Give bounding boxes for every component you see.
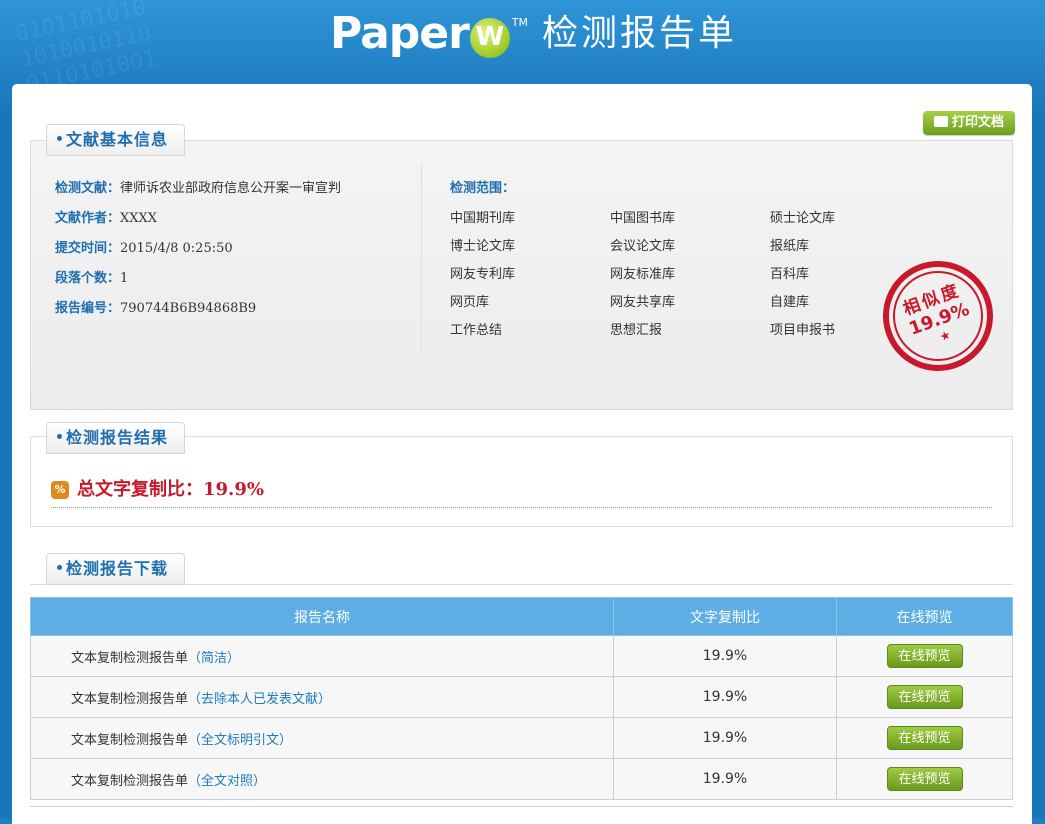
bullet-icon bbox=[57, 434, 62, 439]
section-title: 检测报告结果 bbox=[66, 428, 169, 447]
report-variant: （简洁） bbox=[188, 650, 241, 666]
preview-cell: 在线预览 bbox=[836, 635, 1013, 677]
page-title: 检测报告单 bbox=[542, 13, 738, 54]
info-value: XXXX bbox=[120, 211, 158, 226]
table-row: 文本复制检测报告单（去除本人已发表文献） 19.9% 在线预览 bbox=[30, 676, 1013, 718]
main-panel: 打印文档 检测文献：律师诉农业部政府信息公开案一审宣判 文献作者：XXXX 提交… bbox=[12, 84, 1032, 824]
info-value: 1 bbox=[120, 271, 129, 286]
column-header-ratio: 文字复制比 bbox=[613, 597, 837, 636]
info-value: 律师诉农业部政府信息公开案一审宣判 bbox=[120, 181, 342, 196]
info-label: 检测文献： bbox=[55, 181, 121, 196]
total-ratio: % 总文字复制比：19.9% bbox=[51, 477, 992, 508]
scope-item: 网友标准库 bbox=[610, 267, 676, 282]
scope-label: 检测范围： bbox=[450, 181, 516, 196]
info-row-title: 检测文献：律师诉农业部政府信息公开案一审宣判 bbox=[55, 179, 415, 209]
scope-item: 报纸库 bbox=[770, 239, 810, 254]
print-button[interactable]: 打印文档 bbox=[923, 111, 1015, 135]
report-ratio: 19.9% bbox=[613, 758, 837, 800]
bullet-icon bbox=[57, 136, 62, 141]
info-label: 文献作者： bbox=[55, 211, 121, 226]
table-row: 文本复制检测报告单（简洁） 19.9% 在线预览 bbox=[30, 635, 1013, 677]
total-ratio-value: 19.9% bbox=[203, 479, 264, 500]
scope-grid: 中国期刊库 中国图书库 硕士论文库 博士论文库 会议论文库 报纸库 网友专利库 … bbox=[450, 207, 890, 347]
info-list: 检测文献：律师诉农业部政府信息公开案一审宣判 文献作者：XXXX 提交时间：20… bbox=[55, 179, 415, 329]
column-header-name: 报告名称 bbox=[30, 597, 614, 636]
scope-item: 项目申报书 bbox=[770, 323, 836, 338]
report-variant: （全文对照） bbox=[188, 773, 267, 789]
report-name-text: 文本复制检测报告单 bbox=[71, 773, 189, 789]
preview-button[interactable]: 在线预览 bbox=[886, 767, 963, 791]
scope-item: 百科库 bbox=[770, 267, 810, 282]
table-row: 文本复制检测报告单（全文标明引文） 19.9% 在线预览 bbox=[30, 717, 1013, 759]
report-name: 文本复制检测报告单（全文标明引文） bbox=[30, 717, 614, 759]
section-title: 文献基本信息 bbox=[66, 130, 169, 149]
info-row-report-id: 报告编号：790744B6B94868B9 bbox=[55, 299, 415, 329]
preview-cell: 在线预览 bbox=[836, 758, 1013, 800]
bullet-icon bbox=[57, 565, 62, 570]
info-label: 段落个数： bbox=[55, 271, 121, 286]
section-tab-result: 检测报告结果 bbox=[46, 422, 186, 454]
scope-item: 网友共享库 bbox=[610, 295, 676, 310]
info-row-time: 提交时间：2015/4/8 0:25:50 bbox=[55, 239, 415, 269]
scope-item: 会议论文库 bbox=[610, 239, 676, 254]
info-row-paragraphs: 段落个数：1 bbox=[55, 269, 415, 299]
basic-info-box: 检测文献：律师诉农业部政府信息公开案一审宣判 文献作者：XXXX 提交时间：20… bbox=[30, 140, 1013, 410]
report-name-text: 文本复制检测报告单 bbox=[71, 691, 189, 707]
scope-item: 网页库 bbox=[450, 295, 490, 310]
preview-button[interactable]: 在线预览 bbox=[886, 726, 963, 750]
report-variant: （去除本人已发表文献） bbox=[188, 691, 332, 707]
info-label: 报告编号： bbox=[55, 301, 121, 316]
preview-button[interactable]: 在线预览 bbox=[886, 685, 963, 709]
preview-cell: 在线预览 bbox=[836, 717, 1013, 759]
report-variant: （全文标明引文） bbox=[188, 732, 293, 748]
report-name: 文本复制检测报告单（全文对照） bbox=[30, 758, 614, 800]
scope-item: 网友专利库 bbox=[450, 267, 516, 282]
report-ratio: 19.9% bbox=[613, 717, 837, 759]
section-title: 检测报告下载 bbox=[66, 559, 169, 578]
header: Paper W TM 检测报告单 bbox=[0, 0, 1045, 84]
total-ratio-label: 总文字复制比： bbox=[77, 479, 203, 500]
report-ratio: 19.9% bbox=[613, 635, 837, 677]
scope-item: 中国期刊库 bbox=[450, 211, 516, 226]
bottom-divider bbox=[30, 806, 1013, 807]
scope-panel: 检测范围： 中国期刊库 中国图书库 硕士论文库 博士论文库 会议论文库 报纸库 … bbox=[450, 179, 890, 347]
logo-mark-icon: W bbox=[469, 18, 510, 58]
stamp-value: 19.9% bbox=[906, 298, 973, 340]
percent-icon: % bbox=[51, 481, 69, 499]
logo-tm: TM bbox=[511, 16, 529, 29]
preview-cell: 在线预览 bbox=[836, 676, 1013, 718]
scope-item: 思想汇报 bbox=[610, 323, 663, 338]
stamp-title: 相似度 bbox=[900, 280, 964, 320]
scope-item: 硕士论文库 bbox=[770, 211, 836, 226]
divider bbox=[421, 163, 423, 353]
report-name-text: 文本复制检测报告单 bbox=[71, 650, 189, 666]
info-value: 2015/4/8 0:25:50 bbox=[120, 241, 233, 256]
table-row: 文本复制检测报告单（全文对照） 19.9% 在线预览 bbox=[30, 758, 1013, 800]
scope-item: 博士论文库 bbox=[450, 239, 516, 254]
section-tab-basic-info: 文献基本信息 bbox=[46, 124, 186, 156]
info-label: 提交时间： bbox=[55, 241, 121, 256]
scope-item: 中国图书库 bbox=[610, 211, 676, 226]
report-name: 文本复制检测报告单（去除本人已发表文献） bbox=[30, 676, 614, 718]
report-name: 文本复制检测报告单（简洁） bbox=[30, 635, 614, 677]
printer-icon bbox=[933, 116, 948, 127]
info-row-author: 文献作者：XXXX bbox=[55, 209, 415, 239]
column-header-preview: 在线预览 bbox=[836, 597, 1013, 636]
logo-text: Paper bbox=[330, 8, 470, 59]
scope-item: 工作总结 bbox=[450, 323, 503, 338]
report-name-text: 文本复制检测报告单 bbox=[71, 732, 189, 748]
section-tab-download: 检测报告下载 bbox=[46, 553, 186, 585]
stamp-star-icon: ★ bbox=[937, 327, 953, 345]
scope-item: 自建库 bbox=[770, 295, 810, 310]
report-ratio: 19.9% bbox=[613, 676, 837, 718]
info-value: 790744B6B94868B9 bbox=[120, 301, 257, 316]
download-table: 报告名称 文字复制比 在线预览 文本复制检测报告单（简洁） 19.9% 在线预览… bbox=[30, 597, 1013, 800]
table-header-row: 报告名称 文字复制比 在线预览 bbox=[30, 597, 1013, 636]
print-button-label: 打印文档 bbox=[951, 115, 1004, 130]
preview-button[interactable]: 在线预览 bbox=[886, 644, 963, 668]
logo: Paper W TM 检测报告单 bbox=[330, 8, 737, 60]
